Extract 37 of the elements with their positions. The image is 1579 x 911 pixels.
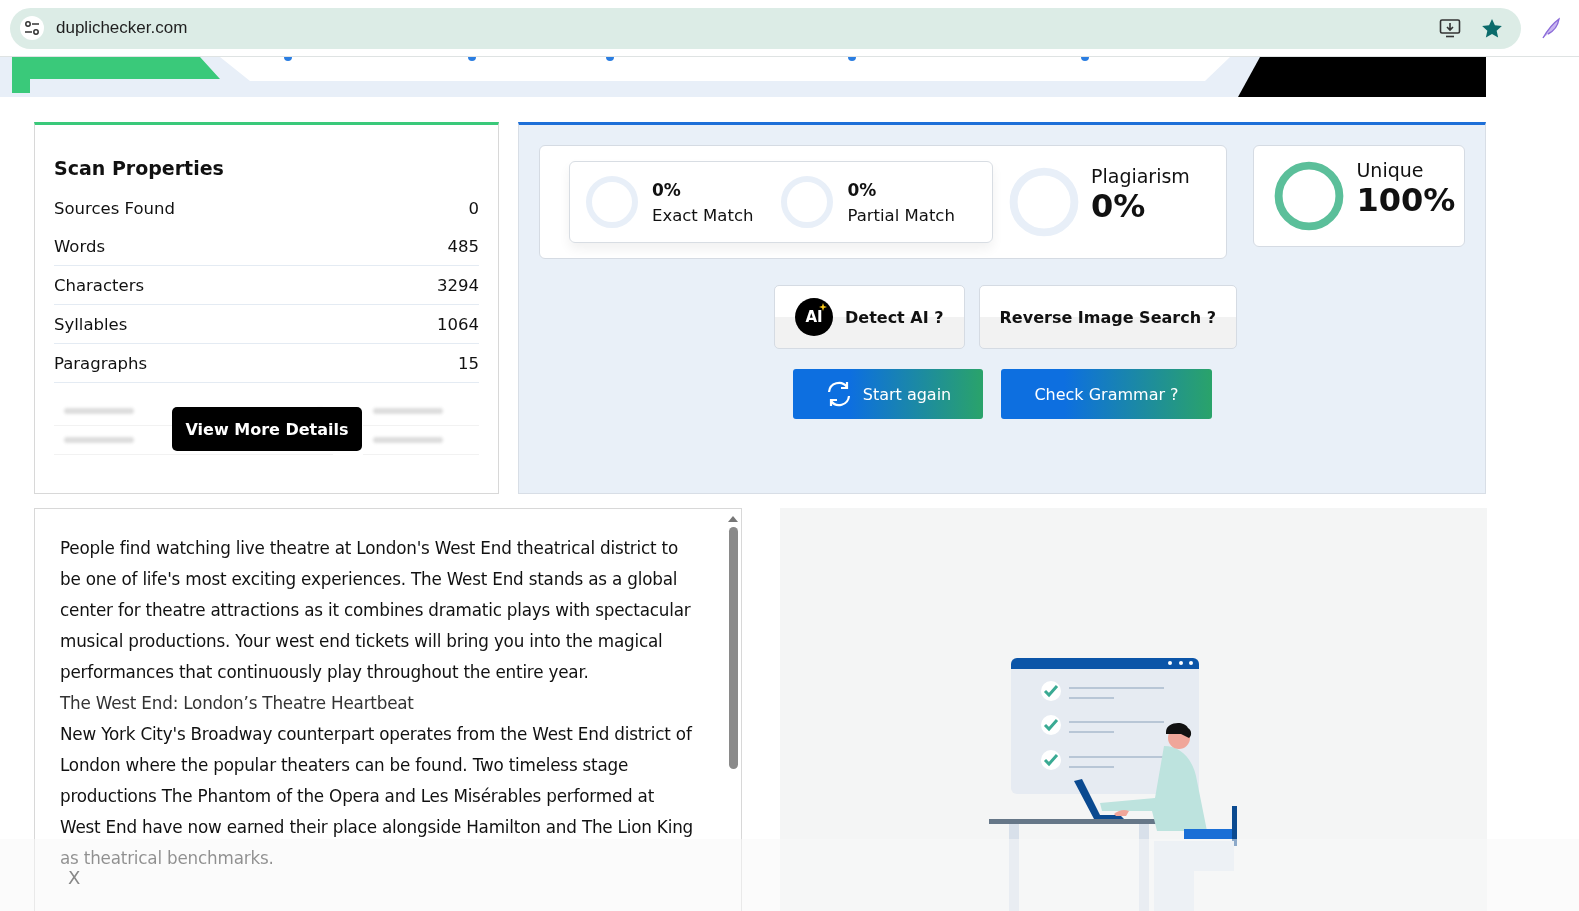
- install-app-icon[interactable]: [1439, 18, 1461, 38]
- text-paragraph: New York City's Broadway counterpart operates from the West End district of London where the popular theaters can be found. Two timeless stage productions The Phantom of the Opera and Les Misérables performed at West End have now earned their place alongside Hamilton and The Lion King as theatrical benchmarks.: [60, 723, 695, 870]
- scroll-up-arrow-icon[interactable]: [727, 515, 739, 523]
- property-label: Syllables: [54, 314, 128, 334]
- property-label: Words: [54, 236, 105, 256]
- star-icon[interactable]: [1481, 17, 1503, 39]
- feather-icon[interactable]: [1541, 17, 1561, 39]
- match-label: Exact Match: [652, 205, 754, 225]
- match-label: Partial Match: [847, 205, 955, 225]
- url-text[interactable]: duplichecker.com: [56, 18, 188, 38]
- text-paragraph: People find watching live theatre at London's West End theatrical district to be one of life's most exciting experiences. The West End stands as a global center for theatre attractions as it combines dramatic plays with spectacular musical productions. Your west end tickets will bring you into the magical performances that continuously play throughout the entire year.: [60, 537, 692, 684]
- match-percent: 0%: [652, 179, 682, 200]
- reverse-image-search-button[interactable]: Reverse Image Search ?: [978, 285, 1237, 349]
- property-value: 15: [458, 353, 479, 373]
- property-value: 0: [468, 198, 479, 218]
- text-area[interactable]: [34, 508, 742, 911]
- property-label: Sources Found: [54, 198, 175, 218]
- check-grammar-button[interactable]: Check Grammar ?: [1001, 369, 1212, 419]
- panel-title: Scan Properties: [54, 157, 225, 179]
- property-label: Characters: [54, 275, 145, 295]
- close-button[interactable]: X: [64, 867, 85, 888]
- stat-percent: 0%: [1091, 187, 1147, 225]
- match-percent: 0%: [847, 179, 878, 200]
- detect-ai-button[interactable]: AI Detect AI ?: [774, 285, 965, 349]
- text-heading: The West End: London’s Theatre Heartbeat: [60, 692, 415, 715]
- stat-label: Unique: [1356, 159, 1425, 181]
- stat-percent: 100%: [1356, 181, 1456, 219]
- view-more-details-button[interactable]: View More Details: [172, 407, 362, 451]
- property-value: 485: [447, 236, 479, 256]
- stat-label: Plagiarism: [1091, 165, 1190, 187]
- start-again-button[interactable]: Start again: [793, 369, 983, 419]
- address-bar[interactable]: duplichecker.com: [10, 7, 1521, 49]
- property-label: Paragraphs: [54, 353, 148, 373]
- site-settings-icon[interactable]: [20, 16, 44, 40]
- property-value: 1064: [437, 314, 479, 334]
- property-value: 3294: [437, 275, 479, 295]
- ai-icon: AI: [795, 298, 833, 336]
